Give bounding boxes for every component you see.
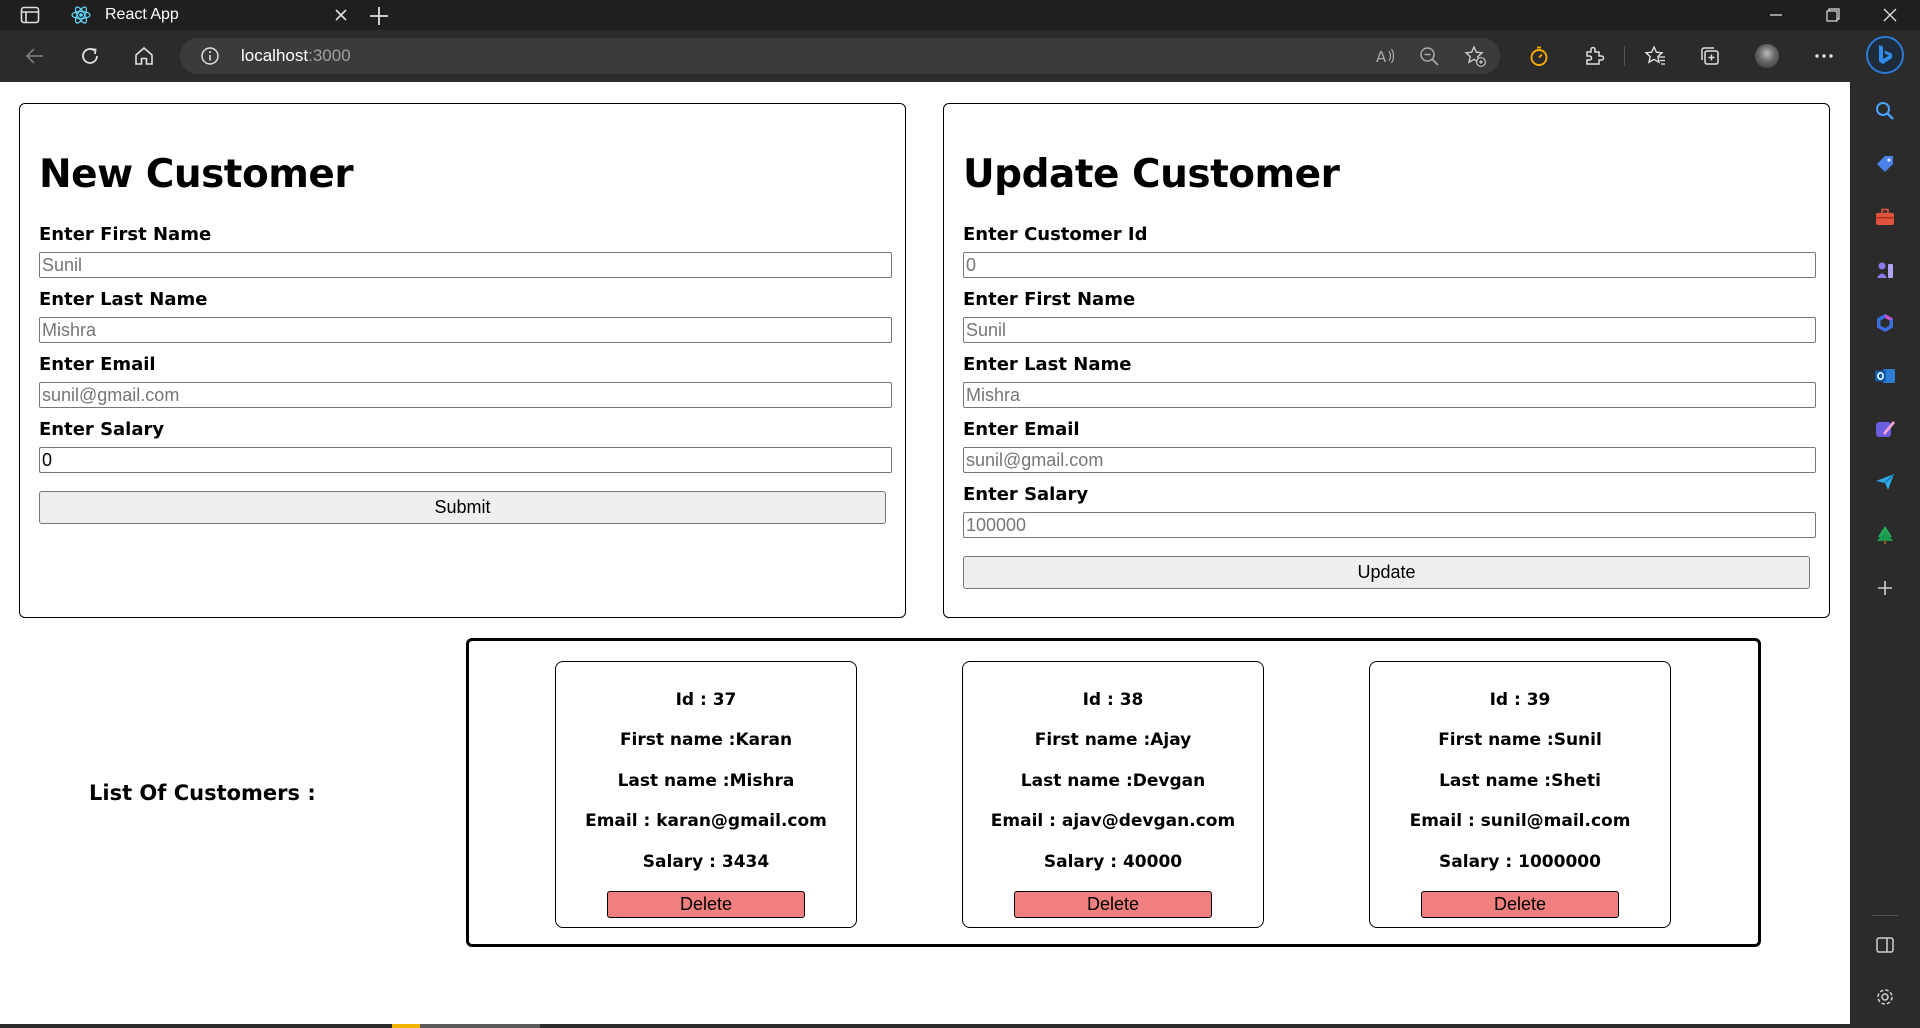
update-customer-id-label: Enter Customer Id — [963, 224, 1148, 245]
submit-button[interactable]: Submit — [39, 491, 886, 524]
taskbar-indicator — [392, 1024, 420, 1028]
home-icon[interactable] — [131, 43, 157, 69]
active-tab[interactable]: React App — [58, 0, 358, 30]
taskbar-edge — [0, 1024, 1850, 1028]
customer-last-name: Last name :Mishra — [617, 771, 795, 791]
profile-avatar[interactable] — [1755, 44, 1779, 68]
add-icon[interactable] — [1872, 575, 1898, 601]
delete-button[interactable]: Delete — [607, 891, 805, 918]
customer-last-name: Last name :Sheti — [1439, 771, 1601, 791]
new-email-label: Enter Email — [39, 354, 156, 375]
tree-icon[interactable] — [1872, 522, 1898, 548]
designer-icon[interactable] — [1872, 416, 1898, 442]
browser-tab-bar: React App — [0, 0, 1920, 30]
tab-title: React App — [105, 6, 179, 23]
new-first-name-label: Enter First Name — [39, 224, 212, 245]
favorites-icon[interactable] — [1642, 43, 1668, 69]
refresh-icon[interactable] — [77, 43, 103, 69]
customer-first-name: First name :Sunil — [1438, 730, 1602, 750]
info-icon[interactable] — [200, 46, 220, 66]
restore-icon[interactable] — [1805, 0, 1861, 30]
minimize-icon[interactable] — [1748, 0, 1804, 30]
read-aloud-icon[interactable]: A — [1372, 43, 1398, 69]
update-email-label: Enter Email — [963, 419, 1080, 440]
update-salary-label: Enter Salary — [963, 484, 1089, 505]
customer-card: Id : 37 First name :Karan Last name :Mis… — [555, 661, 857, 928]
update-first-name-label: Enter First Name — [963, 289, 1136, 310]
new-email-input[interactable] — [39, 382, 892, 408]
customer-list-label: List Of Customers : — [89, 781, 316, 805]
customer-card: Id : 38 First name :Ajay Last name :Devg… — [962, 661, 1264, 928]
update-customer-panel: Update Customer Enter Customer Id Enter … — [943, 103, 1830, 618]
customer-id: Id : 39 — [1489, 690, 1551, 710]
sidebar-separator — [1872, 915, 1898, 916]
shopping-tag-icon[interactable] — [1872, 151, 1898, 177]
url-text[interactable]: localhost:3000 — [241, 46, 351, 66]
delete-button[interactable]: Delete — [1421, 891, 1619, 918]
edge-sidebar — [1850, 30, 1920, 1028]
collections-icon[interactable] — [1697, 43, 1723, 69]
delete-button[interactable]: Delete — [1014, 891, 1212, 918]
update-customer-heading: Update Customer — [963, 152, 1340, 197]
update-last-name-label: Enter Last Name — [963, 354, 1132, 375]
update-salary-input[interactable] — [963, 512, 1816, 538]
zoom-out-icon[interactable] — [1416, 43, 1442, 69]
customer-email: Email : karan@gmail.com — [585, 811, 827, 831]
close-window-icon[interactable] — [1862, 0, 1918, 30]
tools-briefcase-icon[interactable] — [1872, 204, 1898, 230]
more-options-icon[interactable] — [1811, 43, 1837, 69]
update-button[interactable]: Update — [963, 556, 1810, 589]
back-arrow-icon[interactable] — [22, 43, 48, 69]
stopwatch-extension-icon[interactable] — [1526, 43, 1552, 69]
new-last-name-label: Enter Last Name — [39, 289, 208, 310]
new-first-name-input[interactable] — [39, 252, 892, 278]
new-salary-label: Enter Salary — [39, 419, 165, 440]
customer-first-name: First name :Karan — [619, 730, 793, 750]
customer-list: Id : 37 First name :Karan Last name :Mis… — [466, 638, 1761, 947]
browser-toolbar: localhost:3000 A — [0, 30, 1850, 82]
tab-actions-icon[interactable] — [20, 6, 40, 24]
new-customer-panel: New Customer Enter First Name Enter Last… — [19, 103, 906, 618]
customer-salary: Salary : 1000000 — [1439, 852, 1601, 872]
search-icon[interactable] — [1872, 98, 1898, 124]
games-icon[interactable] — [1872, 257, 1898, 283]
new-tab-icon[interactable] — [366, 3, 392, 29]
customer-email: Email : sunil@mail.com — [1409, 811, 1631, 831]
microsoft-365-icon[interactable] — [1872, 310, 1898, 336]
close-tab-icon[interactable] — [330, 4, 352, 26]
send-icon[interactable] — [1872, 469, 1898, 495]
customer-email: Email : ajav@devgan.com — [990, 811, 1236, 831]
react-logo-icon — [70, 4, 92, 26]
address-bar[interactable]: localhost:3000 — [180, 38, 1500, 74]
update-first-name-input[interactable] — [963, 317, 1816, 343]
bing-copilot-icon[interactable] — [1866, 36, 1904, 74]
customer-id: Id : 37 — [675, 690, 737, 710]
customer-last-name: Last name :Devgan — [1020, 771, 1206, 791]
new-customer-heading: New Customer — [39, 152, 354, 197]
customer-salary: Salary : 3434 — [642, 852, 770, 872]
hide-sidebar-icon[interactable] — [1872, 932, 1898, 958]
taskbar-item — [420, 1024, 540, 1028]
outlook-icon[interactable] — [1872, 363, 1898, 389]
update-email-input[interactable] — [963, 447, 1816, 473]
customer-id: Id : 38 — [1082, 690, 1144, 710]
new-last-name-input[interactable] — [39, 317, 892, 343]
toolbar-separator — [1624, 46, 1625, 66]
customer-salary: Salary : 40000 — [1043, 852, 1183, 872]
settings-gear-icon[interactable] — [1872, 984, 1898, 1010]
update-last-name-input[interactable] — [963, 382, 1816, 408]
extensions-icon[interactable] — [1581, 43, 1607, 69]
new-salary-input[interactable] — [39, 447, 892, 473]
update-customer-id-input[interactable] — [963, 252, 1816, 278]
customer-first-name: First name :Ajay — [1034, 730, 1192, 750]
url-host: localhost — [241, 46, 309, 65]
svg-text:A: A — [1376, 48, 1387, 66]
add-favorite-icon[interactable] — [1462, 43, 1488, 69]
url-port: :3000 — [308, 46, 351, 65]
customer-card: Id : 39 First name :Sunil Last name :She… — [1369, 661, 1671, 928]
